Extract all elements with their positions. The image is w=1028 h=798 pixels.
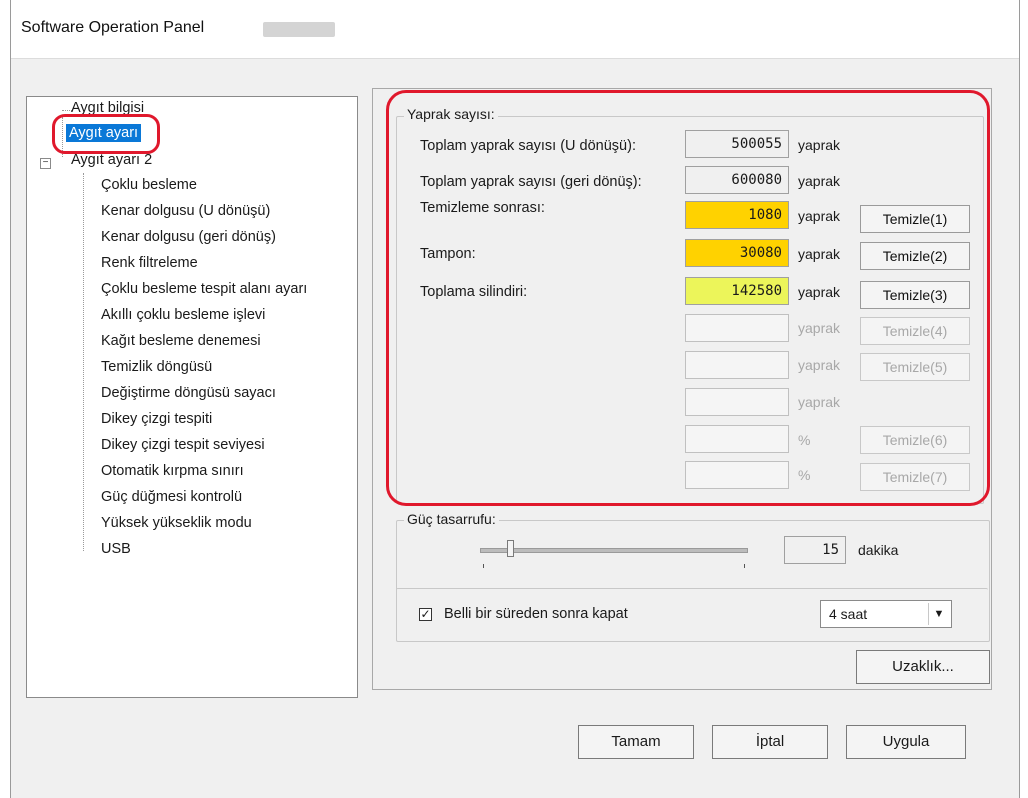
slider-tick bbox=[744, 564, 745, 568]
auto-power-off-label: Belli bir süreden sonra kapat bbox=[444, 606, 628, 622]
slider-thumb[interactable] bbox=[506, 540, 514, 557]
power-off-time-select[interactable]: 4 saat ▼ bbox=[820, 600, 952, 628]
auto-power-off-checkbox[interactable]: ✓ bbox=[419, 608, 432, 621]
tree-item[interactable]: Otomatik kırpma sınırı bbox=[101, 463, 244, 479]
select-value: 4 saat bbox=[829, 606, 868, 622]
tree-item[interactable]: Yüksek yükseklik modu bbox=[101, 515, 252, 531]
tree-item[interactable]: Renk filtreleme bbox=[101, 255, 198, 271]
remote-button[interactable]: Uzaklık... bbox=[856, 650, 990, 684]
tree-item[interactable]: Akıllı çoklu besleme işlevi bbox=[101, 307, 265, 323]
tree-item[interactable]: Dikey çizgi tespit seviyesi bbox=[101, 437, 265, 453]
power-save-group-label: Güç tasarrufu: bbox=[404, 511, 499, 527]
power-save-minutes-field: 15 bbox=[784, 536, 846, 564]
power-save-slider[interactable] bbox=[480, 548, 748, 553]
tree-item[interactable]: Çoklu besleme tespit alanı ayarı bbox=[101, 281, 307, 297]
blurred-model-name bbox=[263, 22, 335, 37]
cancel-button[interactable]: İptal bbox=[712, 725, 828, 759]
minutes-unit-label: dakika bbox=[858, 542, 899, 558]
tree-item[interactable]: Dikey çizgi tespiti bbox=[101, 411, 212, 427]
tree-item[interactable]: Çoklu besleme bbox=[101, 177, 197, 193]
tree-item[interactable]: Güç düğmesi kontrolü bbox=[101, 489, 242, 505]
title-bar: Software Operation Panel bbox=[11, 0, 1019, 59]
slider-tick bbox=[483, 564, 484, 568]
tree-item[interactable]: Kağıt besleme denemesi bbox=[101, 333, 261, 349]
apply-button[interactable]: Uygula bbox=[846, 725, 966, 759]
window-title: Software Operation Panel bbox=[21, 19, 205, 36]
tree-item[interactable]: Temizlik döngüsü bbox=[101, 359, 212, 375]
tree-connector bbox=[83, 173, 84, 551]
tree-item[interactable]: Değiştirme döngüsü sayacı bbox=[101, 385, 276, 401]
highlight-box bbox=[386, 90, 990, 506]
tree-item[interactable]: Kenar dolgusu (U dönüşü) bbox=[101, 203, 270, 219]
chevron-down-icon[interactable]: ▼ bbox=[928, 603, 949, 625]
ok-button[interactable]: Tamam bbox=[578, 725, 694, 759]
tree-item[interactable]: USB bbox=[101, 541, 131, 557]
tree-item[interactable]: Kenar dolgusu (geri dönüş) bbox=[101, 229, 276, 245]
tree-item-device-setting-2[interactable]: Aygıt ayarı 2 bbox=[71, 152, 152, 168]
highlight-circle bbox=[52, 114, 160, 154]
collapse-icon[interactable]: − bbox=[40, 158, 51, 169]
